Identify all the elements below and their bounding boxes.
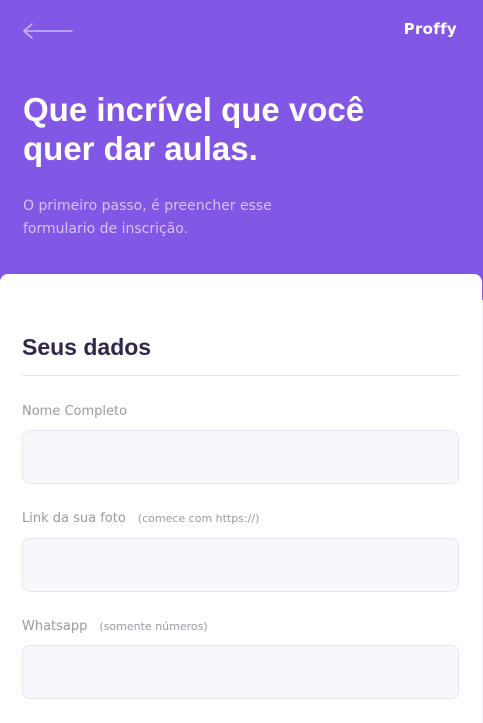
avatar-label-text: Link da sua foto — [22, 511, 126, 526]
top-bar: Proffy — [0, 0, 483, 60]
whatsapp-input[interactable] — [22, 645, 459, 699]
form-card: Seus dados Nome Completo Link da sua fot… — [0, 274, 482, 723]
name-label-text: Nome Completo — [22, 404, 128, 419]
name-label: Nome Completo — [22, 404, 127, 419]
section-title: Seus dados — [22, 334, 152, 360]
proffy-logo[interactable]: Proffy — [404, 20, 457, 38]
whatsapp-hint: (somente números) — [99, 620, 208, 633]
avatar-hint: (comece com https://) — [137, 512, 260, 525]
whatsapp-label-text: Whatsapp — [22, 619, 88, 634]
page-header: Proffy Que incrível que você quer dar au… — [0, 0, 483, 300]
page-title: Que incrível que você quer dar aulas. — [23, 91, 365, 167]
name-input[interactable] — [22, 430, 459, 484]
back-button[interactable] — [22, 20, 74, 42]
whatsapp-label: Whatsapp (somente números) — [22, 619, 208, 634]
page-subtitle: O primeiro passo, é preencher esse formu… — [23, 198, 272, 237]
avatar-input[interactable] — [22, 538, 459, 592]
arrow-left-icon — [23, 23, 73, 39]
section-divider — [22, 375, 459, 376]
give-classes-page: Proffy Que incrível que você quer dar au… — [0, 0, 483, 723]
avatar-label: Link da sua foto (comece com https://) — [22, 511, 259, 526]
